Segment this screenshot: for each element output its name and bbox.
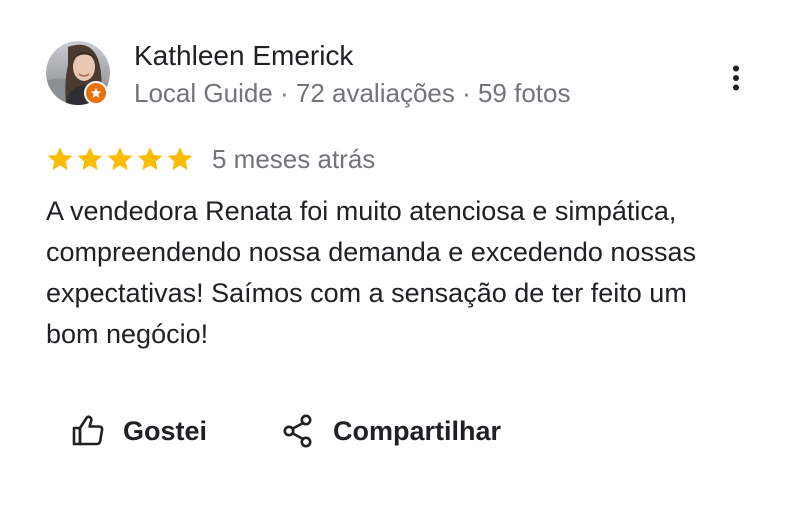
star-icon xyxy=(107,147,133,171)
like-label: Gostei xyxy=(123,415,208,446)
rating-row: 5 meses atrás xyxy=(46,142,375,176)
like-button[interactable]: Gostei xyxy=(70,408,207,454)
review-date: 5 meses atrás xyxy=(212,144,376,174)
local-guide-badge-icon xyxy=(84,81,108,105)
author-avatar[interactable] xyxy=(46,41,110,105)
review-text-line: bom negócio! xyxy=(46,319,209,349)
review-text-line: compreendendo nossa demanda e excedendo … xyxy=(46,237,696,267)
thumbs-up-icon xyxy=(72,415,104,446)
more-options-button[interactable] xyxy=(720,58,752,98)
share-icon xyxy=(283,414,312,448)
star-icon xyxy=(77,147,103,171)
share-button[interactable]: Compartilhar xyxy=(280,408,501,454)
author-name[interactable]: Kathleen Emerick xyxy=(134,38,353,74)
share-label: Compartilhar xyxy=(333,415,502,446)
star-icon xyxy=(47,147,73,171)
review-text-line: expectativas! Saímos com a sensação de t… xyxy=(46,278,687,308)
review-text: A vendedora Renata foi muito atenciosa e… xyxy=(46,191,766,355)
more-vert-icon xyxy=(733,65,739,91)
star-icon xyxy=(167,147,193,171)
star-rating xyxy=(46,145,194,173)
author-meta: Local Guide · 72 avaliações · 59 fotos xyxy=(134,78,571,108)
star-icon xyxy=(137,147,163,171)
review-text-line: A vendedora Renata foi muito atenciosa e… xyxy=(46,196,677,226)
review-card: Kathleen Emerick Local Guide · 72 avalia… xyxy=(0,0,800,510)
